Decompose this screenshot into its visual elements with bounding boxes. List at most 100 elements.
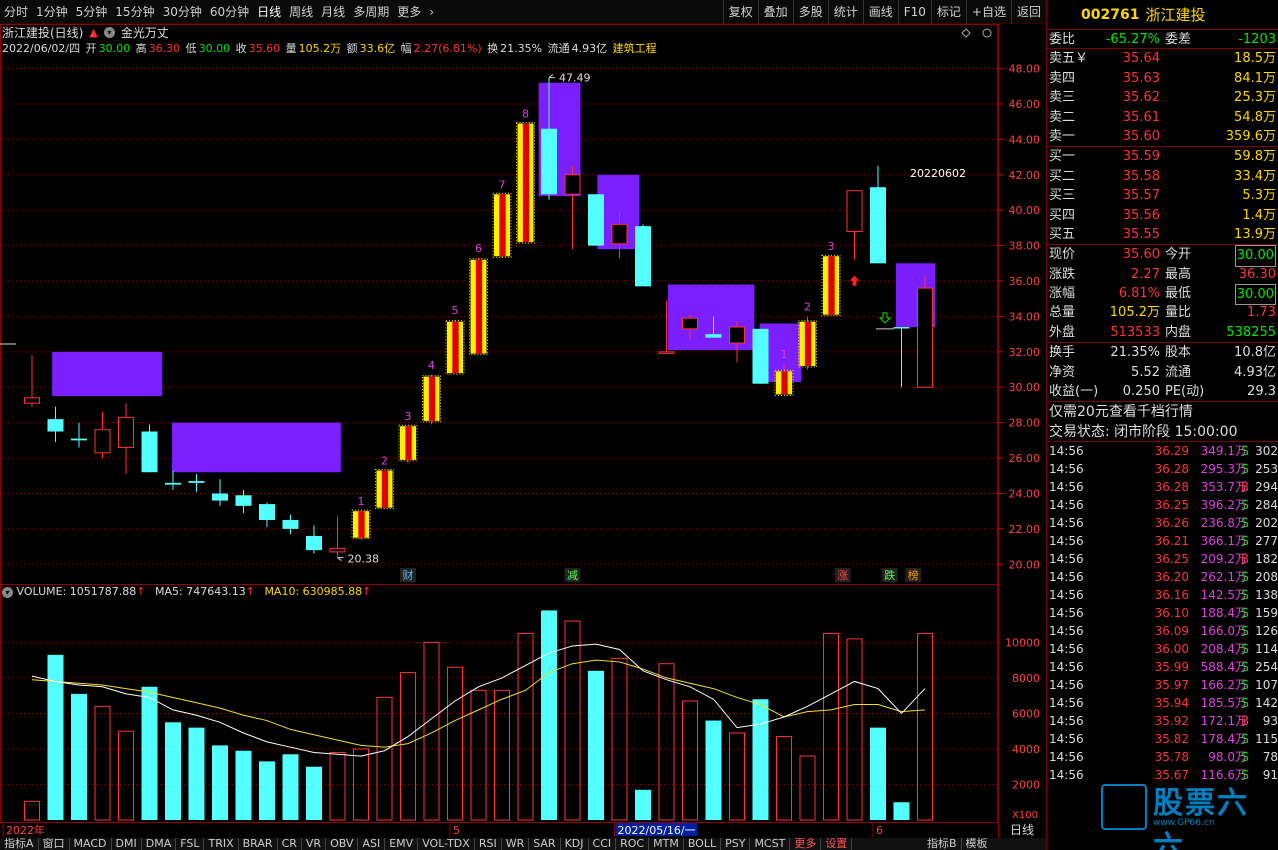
panel-tab-indicator-b[interactable]: 指标B (923, 838, 962, 850)
tick-volume: 98.0万 (1208, 750, 1247, 765)
indicator-tab-9[interactable]: VR (302, 838, 327, 850)
ask-row-4[interactable]: 卖一 35.60 359.6万 (1047, 127, 1278, 146)
ma10-value: 630985.88 (302, 585, 363, 598)
indicator-tab-6[interactable]: TRIX (204, 838, 239, 850)
tick-time: 14:56 (1049, 516, 1084, 531)
tick-volume: 172.1万 (1200, 714, 1247, 729)
candle-body (24, 397, 40, 404)
indicator-tab-13[interactable]: VOL-TDX (418, 838, 475, 850)
tick-side: B (1240, 714, 1250, 729)
indicator-tab-25[interactable]: 设置 (821, 838, 853, 850)
candle-body (682, 317, 698, 330)
candle-body-core (381, 470, 389, 508)
candle-body (71, 438, 87, 441)
indicator-tab-19[interactable]: ROC (616, 838, 650, 850)
ask-row-1[interactable]: 卖四 35.63 84.1万 (1047, 69, 1278, 88)
indicator-tab-14[interactable]: RSI (475, 838, 502, 850)
indicator-tab-16[interactable]: SAR (529, 838, 561, 850)
stock-name: 浙江建投 (1145, 6, 1206, 24)
signal-number-label: 6 (475, 242, 482, 255)
tick-time: 14:56 (1049, 642, 1084, 657)
stat-value: 6.81% (1118, 286, 1160, 302)
event-marker-label: 跌 (884, 568, 895, 582)
x-axis-label: 6 (876, 824, 883, 837)
sector-link[interactable]: 建筑工程 (613, 42, 657, 55)
price-tick-label: 24.00 (1009, 487, 1041, 500)
candle-body-core (828, 256, 835, 315)
stat-label: 最高 (1165, 266, 1192, 282)
signal-number-label: 2 (804, 300, 811, 313)
price-tick-label: 30.00 (1009, 381, 1041, 394)
candle-body (235, 495, 252, 506)
indicator-tab-21[interactable]: BOLL (684, 838, 722, 850)
indicator-tab-2[interactable]: MACD (70, 838, 112, 850)
candle-body-core (804, 321, 812, 366)
volume-up-icon: ↑ (136, 585, 146, 598)
tick-count: 115 (1255, 732, 1278, 747)
volume-bar (118, 730, 134, 821)
indicator-tab-12[interactable]: EMV (385, 838, 419, 850)
tick-time: 14:56 (1049, 660, 1084, 675)
ma5-value: 747643.13 (186, 585, 246, 598)
ask-row-0[interactable]: 卖五￥ 35.64 18.5万 (1047, 49, 1278, 68)
indicator-tab-11[interactable]: ASI (358, 838, 386, 850)
indicator-tab-22[interactable]: PSY (721, 838, 751, 850)
fundamental-stats: 换手 21.35% 股本 10.8亿 净资 5.52 流通 4.93亿 收益(一) 0.250 PE… (1047, 343, 1278, 403)
indicator-tab-23[interactable]: MCST (750, 838, 791, 850)
candle-body (141, 431, 158, 473)
promo-link[interactable]: 仅需20元查看千档行情 (1047, 402, 1278, 422)
stock-title[interactable]: 浙江建投(日线) (2, 24, 83, 41)
tick-volume: 188.4万 (1200, 606, 1247, 621)
volume-tick-label: 4000 (1012, 743, 1040, 756)
indicator-tab-20[interactable]: MTM (649, 838, 684, 850)
indicator-tab-15[interactable]: WR (502, 838, 530, 850)
book-price: 35.62 (1122, 90, 1160, 106)
stat-label: 流通 (1165, 364, 1192, 380)
kline-chart[interactable]: 20.00 22.00 24.00 26.00 28.00 30.00 32.00 34.00… (0, 0, 1046, 850)
trade-status: 交易状态: 闭市阶段 15:00:00 (1047, 422, 1278, 443)
tick-time: 14:56 (1049, 732, 1084, 747)
stats-row-4: 外盘 513533 内盘 538255 (1047, 323, 1278, 342)
low-price-label: 20.38 (348, 553, 380, 566)
bid-row-4[interactable]: 买五 35.55 13.9万 (1047, 225, 1278, 244)
ask-row-3[interactable]: 卖二 35.61 54.8万 (1047, 108, 1278, 127)
indicator-tab-17[interactable]: KDJ (561, 838, 589, 850)
candle-body (165, 482, 181, 485)
signal-number-label: 2 (381, 454, 388, 467)
stat-label: 股本 (1165, 345, 1192, 361)
high-pointer-icon (548, 74, 555, 79)
bid-row-3[interactable]: 买四 35.56 1.4万 (1047, 206, 1278, 225)
indicator-tab-8[interactable]: CR (278, 838, 302, 850)
bar-date: 2022/06/02/四 (2, 42, 81, 55)
indicator-tab-1[interactable]: 窗口 (39, 838, 70, 850)
indicator-dropdown-icon[interactable]: ▾ (103, 26, 115, 38)
indicator-tab-4[interactable]: DMA (142, 838, 177, 850)
indicator-tab-5[interactable]: FSL (176, 838, 205, 850)
indicator-tab-10[interactable]: OBV (326, 838, 359, 850)
indicator-name[interactable]: 金光万丈 (121, 24, 169, 41)
tick-time: 14:56 (1049, 588, 1084, 603)
tick-time: 14:56 (1049, 768, 1084, 783)
bid-row-1[interactable]: 买二 35.58 33.4万 (1047, 167, 1278, 186)
ask-row-2[interactable]: 卖三 35.62 25.3万 (1047, 88, 1278, 107)
book-price: 35.64 (1122, 51, 1160, 67)
panel-tab-template[interactable]: 模板 (961, 838, 992, 850)
indicator-tab-24[interactable]: 更多 (790, 838, 822, 850)
date-annotation: 20220602 (910, 167, 966, 180)
indicator-tab-18[interactable]: CCI (589, 838, 617, 850)
price-panel-frame (0, 24, 998, 585)
candle-body (94, 429, 111, 454)
volume-bar (282, 754, 299, 820)
indicator-tab-0[interactable]: 指标A (0, 838, 39, 850)
high-label: 高 (135, 42, 147, 55)
bid-row-0[interactable]: 买一 35.59 59.8万 (1047, 147, 1278, 166)
indicator-tab-3[interactable]: DMI (112, 838, 142, 850)
volume-dropdown-icon[interactable]: ▾ (2, 587, 13, 598)
tick-row: 14:56 35.92 172.1万 B 93 (1047, 712, 1278, 730)
volume-label: VOLUME: (16, 585, 67, 598)
indicator-tab-7[interactable]: BRAR (239, 838, 278, 850)
candle-body-core (475, 259, 483, 354)
bid-row-2[interactable]: 买三 35.57 5.3万 (1047, 186, 1278, 205)
signal-number-label: 7 (499, 178, 506, 191)
purple-zone (172, 422, 341, 473)
